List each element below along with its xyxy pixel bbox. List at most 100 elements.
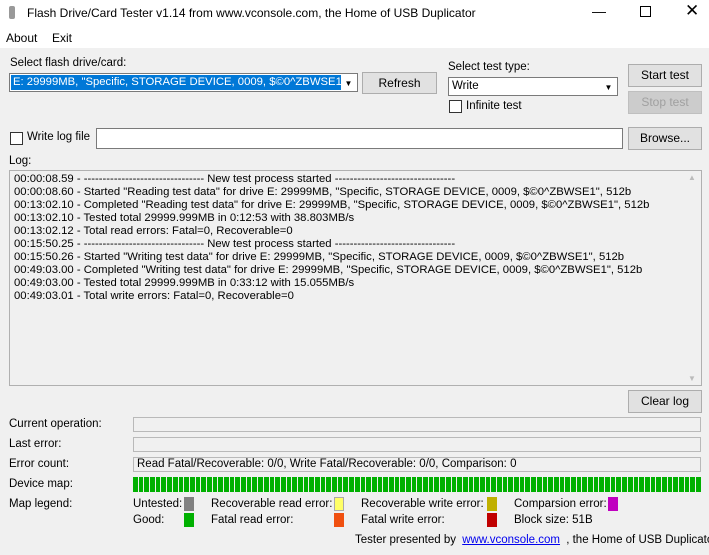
device-map-block — [679, 477, 684, 492]
device-map-block — [610, 477, 616, 492]
device-map-block — [167, 477, 172, 492]
device-map-block — [212, 477, 218, 492]
log-line: 00:13:02.12 - Total read errors: Fatal=0… — [14, 225, 293, 237]
block-size-label: Block size: 51B — [514, 514, 593, 526]
device-map-label: Device map: — [9, 478, 73, 490]
browse-button[interactable]: Browse... — [628, 127, 702, 150]
device-map-block — [423, 477, 428, 492]
title-bar: Flash Drive/Card Tester v1.14 from www.v… — [0, 0, 709, 26]
device-map-block — [542, 477, 548, 492]
device-map-block — [639, 477, 644, 492]
refresh-button[interactable]: Refresh — [362, 72, 437, 94]
device-map-block — [644, 477, 650, 492]
device-map-block — [673, 477, 678, 492]
device-map-block — [224, 477, 229, 492]
device-map-block — [406, 477, 411, 492]
footer-prefix: Tester presented by — [355, 534, 457, 546]
device-map-block — [514, 477, 519, 492]
device-map-block — [303, 477, 309, 492]
drive-select-value: E: 29999MB, "Specific, STORAGE DEVICE, 0… — [11, 75, 341, 90]
device-map-block — [474, 477, 479, 492]
device-map-block — [258, 477, 263, 492]
vconsole-link[interactable]: www.vconsole.com — [462, 534, 560, 546]
device-map-block — [553, 477, 559, 492]
device-map-block — [144, 477, 150, 492]
footer-suffix: , the Home of USB Duplicator. — [566, 534, 709, 546]
test-type-select[interactable]: Write ▼ — [448, 77, 618, 96]
device-map-block — [479, 477, 485, 492]
device-map-block — [531, 477, 536, 492]
error-count-field: Read Fatal/Recoverable: 0/0, Write Fatal… — [133, 457, 701, 472]
infinite-test-checkbox[interactable] — [449, 100, 462, 113]
menu-about[interactable]: About — [6, 31, 37, 45]
device-map-block — [690, 477, 696, 492]
log-line: 00:49:03.00 - Completed "Writing test da… — [14, 264, 643, 276]
close-button[interactable]: ✕ — [685, 1, 699, 21]
maximize-button[interactable] — [640, 6, 651, 17]
clear-log-button[interactable]: Clear log — [628, 390, 702, 413]
device-map-block — [485, 477, 491, 492]
device-map-block — [195, 477, 201, 492]
log-scrollbar[interactable]: ▲ ▼ — [684, 171, 701, 385]
last-error-label: Last error: — [9, 438, 62, 450]
device-map-block — [172, 477, 178, 492]
device-map-block — [696, 477, 701, 492]
device-map-block — [280, 477, 286, 492]
device-map-block — [252, 477, 258, 492]
write-log-file-checkbox[interactable] — [10, 132, 23, 145]
device-map-block — [457, 477, 462, 492]
footer: Tester presented by www.vconsole.com , t… — [355, 534, 709, 546]
device-map-block — [559, 477, 565, 492]
log-file-path-input[interactable] — [96, 128, 623, 149]
device-map-block — [451, 477, 457, 492]
device-map-block — [627, 477, 633, 492]
device-map-block — [468, 477, 474, 492]
device-map-block — [684, 477, 690, 492]
device-map-block — [605, 477, 610, 492]
stop-test-button[interactable]: Stop test — [628, 91, 702, 114]
minimize-button[interactable]: — — [592, 3, 606, 19]
scroll-down-icon[interactable]: ▼ — [688, 374, 696, 383]
device-map-block — [263, 477, 269, 492]
log-textarea[interactable]: 00:00:08.59 - --------------------------… — [9, 170, 702, 386]
device-map-block — [366, 477, 371, 492]
legend-comparison-swatch — [608, 497, 618, 511]
device-map-block — [588, 477, 593, 492]
device-map-block — [383, 477, 388, 492]
device-map-block — [536, 477, 542, 492]
device-map-block — [320, 477, 326, 492]
legend-good-swatch — [184, 513, 194, 527]
legend-fatal-write-swatch — [487, 513, 497, 527]
device-map-block — [218, 477, 223, 492]
device-map-block — [371, 477, 377, 492]
device-map-block — [667, 477, 673, 492]
device-map-block — [593, 477, 599, 492]
device-map-block — [161, 477, 167, 492]
log-line: 00:49:03.00 - Tested total 29999.999MB i… — [14, 277, 355, 289]
device-map-block — [502, 477, 508, 492]
log-line: 00:13:02.10 - Tested total 29999.999MB i… — [14, 212, 355, 224]
device-map-block — [206, 477, 212, 492]
chevron-down-icon[interactable]: ▼ — [341, 75, 356, 91]
device-map-block — [178, 477, 184, 492]
device-map-block — [286, 477, 292, 492]
device-map-block — [582, 477, 587, 492]
device-map-block — [462, 477, 468, 492]
drive-select[interactable]: E: 29999MB, "Specific, STORAGE DEVICE, 0… — [9, 73, 358, 92]
map-legend-label: Map legend: — [9, 498, 73, 510]
legend-recoverable-read-label: Recoverable read error: — [211, 498, 333, 510]
device-map-block — [235, 477, 241, 492]
scroll-up-icon[interactable]: ▲ — [688, 173, 696, 182]
log-line: 00:15:50.25 - --------------------------… — [14, 238, 456, 250]
device-map-block — [337, 477, 343, 492]
device-map-block — [411, 477, 417, 492]
device-map-block — [400, 477, 405, 492]
device-map-block — [150, 477, 155, 492]
device-map-block — [497, 477, 502, 492]
start-test-button[interactable]: Start test — [628, 64, 702, 87]
legend-comparison-label: Comparsion error: — [514, 498, 607, 510]
menu-bar: About Exit — [0, 26, 709, 48]
device-map-block — [491, 477, 496, 492]
chevron-down-icon[interactable]: ▼ — [601, 79, 616, 95]
menu-exit[interactable]: Exit — [52, 31, 72, 45]
